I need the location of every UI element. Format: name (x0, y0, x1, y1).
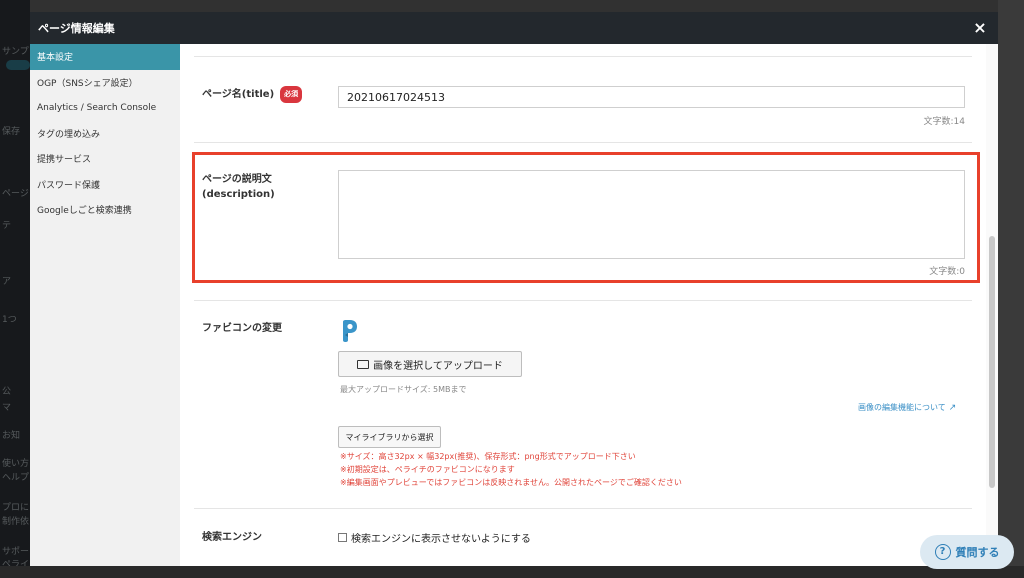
upload-button-label: 画像を選択してアップロード (373, 360, 503, 372)
external-link-icon: ↗ (948, 403, 957, 413)
favicon-note: ※サイズ：高さ32px × 幅32px(推奨)、保存形式：png形式でアップロー… (340, 452, 636, 461)
description-label-line2: (description) (202, 189, 275, 200)
title-field-label: ページ名(title) 必須 (202, 86, 303, 103)
max-upload-size: 最大アップロードサイズ: 5MBまで (340, 385, 467, 394)
required-badge: 必須 (280, 86, 303, 103)
close-icon[interactable]: × (970, 18, 990, 38)
sidebar-item-partner-services[interactable]: 提携サービス (30, 146, 180, 172)
sidebar-item-google-jobs[interactable]: Googleしごと検索連携 (30, 197, 180, 223)
favicon-field-label: ファビコンの変更 (202, 323, 282, 334)
title-label-text: ページ名(title) (202, 89, 275, 100)
sidebar-item-basic-settings[interactable]: 基本設定 (30, 44, 180, 70)
ask-question-label: 質問する (955, 546, 1000, 559)
description-char-count: 文字数:0 (929, 267, 965, 277)
favicon-note: ※初期設定は、ペライチのファビコンになります (340, 465, 515, 474)
page-info-modal: ページ情報編集 × 基本設定 OGP（SNSシェア設定） Analytics /… (30, 12, 998, 566)
divider (194, 508, 972, 509)
description-field-label: ページの説明文 (description) (202, 172, 275, 202)
scrollbar-thumb[interactable] (989, 236, 995, 488)
divider (194, 142, 972, 143)
sidebar-item-tag-embed[interactable]: タグの埋め込み (30, 121, 180, 147)
divider (194, 56, 972, 57)
favicon-note: ※編集画面やプレビューではファビコンは反映されません。公開されたページでご確認く… (340, 478, 682, 487)
settings-content: ページ名(title) 必須 文字数:14 ページの説明文 (descriptio… (180, 44, 998, 566)
image-edit-link-text: 画像の編集機能について (858, 403, 946, 412)
my-library-button[interactable]: マイライブラリから選択 (338, 426, 441, 448)
question-circle-icon: ? (934, 544, 951, 560)
title-char-count: 文字数:14 (923, 117, 966, 127)
description-label-line1: ページの説明文 (202, 174, 272, 185)
settings-sidebar: 基本設定 OGP（SNSシェア設定） Analytics / Search Co… (30, 44, 180, 566)
modal-title: ページ情報編集 (38, 22, 115, 35)
upload-image-button[interactable]: 画像を選択してアップロード (338, 351, 522, 377)
hide-from-search-checkbox[interactable] (338, 533, 347, 542)
sidebar-item-analytics[interactable]: Analytics / Search Console (30, 95, 180, 121)
sidebar-item-ogp[interactable]: OGP（SNSシェア設定） (30, 70, 180, 96)
modal-header: ページ情報編集 × (30, 12, 998, 44)
ask-question-button[interactable]: ? 質問する (920, 535, 1014, 569)
hide-from-search-label[interactable]: 検索エンジンに表示させないようにする (351, 530, 531, 545)
sidebar-item-password[interactable]: パスワード保護 (30, 172, 180, 198)
image-edit-link[interactable]: 画像の編集機能について ↗ (858, 402, 956, 413)
peraichi-logo-icon (343, 320, 357, 342)
divider (194, 300, 972, 301)
title-input[interactable] (338, 86, 965, 108)
folder-open-icon (357, 359, 370, 369)
search-engine-label: 検索エンジン (202, 532, 262, 543)
description-textarea[interactable] (338, 170, 965, 259)
